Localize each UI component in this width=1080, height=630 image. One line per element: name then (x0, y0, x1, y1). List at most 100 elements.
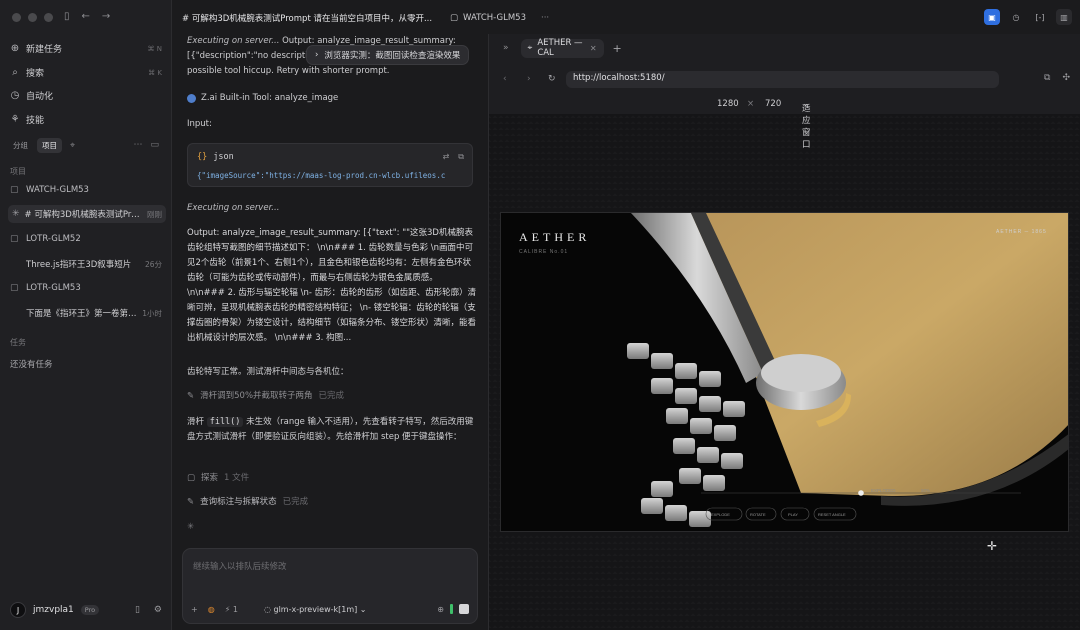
screenshot-icon[interactable]: ⧉ (1044, 73, 1050, 83)
explode-slider-thumb (858, 490, 864, 496)
avatar: J (10, 602, 26, 618)
forward-icon[interactable]: → (102, 11, 110, 22)
project-name: LOTR-GLM52 (26, 234, 81, 244)
inspect-icon[interactable]: ✣ (1062, 73, 1070, 83)
app-status-icon[interactable]: ▣ (984, 9, 1000, 25)
project-chip[interactable]: ▢ WATCH-GLM53 ··· (450, 9, 549, 26)
search-icon: ⌕ (12, 67, 18, 78)
brand-label: AETHER (519, 230, 590, 244)
explore-item[interactable]: ▢ 探索 1 文件 (187, 471, 477, 486)
model-selector[interactable]: ◌ glm-x-preview-k[1m] ⌄ (264, 605, 367, 614)
collapse-icon[interactable]: ▭ (150, 140, 159, 150)
executing-label: Executing on server... (187, 203, 280, 213)
close-window-button[interactable] (12, 13, 21, 22)
close-tab-icon[interactable]: ✕ (590, 44, 597, 53)
book-icon[interactable]: ▯ (135, 605, 140, 615)
projects-section-label: 项目 (10, 167, 26, 176)
explore-files: 1 文件 (224, 473, 250, 483)
sidebar-item-new-task[interactable]: ⊕ 新建任务 ⌘ N (10, 42, 162, 55)
task-time: 刚刚 (147, 209, 162, 219)
history-icon[interactable]: ◷ (1008, 9, 1024, 25)
globe-icon[interactable]: ⊕ (437, 605, 444, 614)
viewport-width[interactable]: 1280 (717, 99, 739, 109)
sidebar-item-automation[interactable]: ◷ 自动化 (10, 89, 162, 102)
project-name: LOTR-GLM53 (26, 283, 81, 293)
code-language: json (213, 152, 234, 162)
top-bar-actions: ▣ ◷ [-] ▥ (984, 9, 1072, 25)
chat-panel: › 浏览器实测：截图回读检查渲染效果 Executing on server..… (172, 34, 489, 630)
chat-paragraph: 滑杆 fill() 未生效（range 输入不适用），先查看转子特写，然后改用键… (187, 415, 477, 445)
tool-icon (187, 94, 196, 103)
slider-value: 50% (921, 488, 930, 493)
task-item[interactable]: 下面是《指环王》第一卷第一章 1小时 (8, 304, 166, 322)
rotor-top-shape (761, 354, 841, 392)
viewport-size-row: 1280 × 720 适应窗口 ⌄ (489, 96, 1080, 150)
tooltip-text: 浏览器实测：截图回读检查渲染效果 (324, 51, 461, 61)
file-icon: ▢ (187, 473, 196, 483)
project-name: WATCH-GLM53 (26, 185, 89, 195)
user-profile[interactable]: J jmzvpla1 Pro ▯ ⚙ (10, 602, 162, 618)
braces-icon: {} (197, 152, 208, 162)
pin-icon[interactable]: ⌖ (70, 141, 75, 151)
minimize-window-button[interactable] (28, 13, 37, 22)
url-input[interactable]: http://localhost:5180/ (566, 71, 999, 88)
segment-project[interactable]: 项目 (37, 138, 62, 153)
browser-tab[interactable]: ⌖ AETHER — CAL ✕ (520, 38, 604, 58)
filter-icon[interactable]: ⋯ (133, 140, 142, 150)
shortcut-hint: ⌘ K (148, 68, 162, 77)
viewport-height[interactable]: 720 (765, 99, 781, 109)
forward-icon[interactable]: › (527, 74, 531, 84)
brand-subtitle: CALIBRE No.01 (519, 249, 568, 255)
queue-count[interactable]: ⚡ 1 (225, 605, 238, 614)
permission-icon[interactable]: ◍ (208, 605, 215, 614)
copy-icon[interactable]: ⧉ (458, 152, 464, 162)
split-view-icon[interactable]: [-] (1032, 9, 1048, 25)
segment-tools: ⋯ ▭ (133, 140, 159, 150)
task-time: 1小时 (142, 308, 162, 318)
project-item[interactable]: ▢ LOTR-GLM53 (10, 283, 164, 293)
settings-icon[interactable]: ⚙ (154, 605, 162, 615)
tool-call-line[interactable]: Z.ai Built-in Tool: analyze_image (187, 91, 477, 106)
sidebar-item-skills[interactable]: ⚘ 技能 (10, 113, 162, 126)
collapse-panel-icon[interactable]: » (503, 43, 509, 53)
sidebar-item-search[interactable]: ⌕ 搜索 ⌘ K (10, 66, 162, 79)
zoom-window-button[interactable] (44, 13, 53, 22)
browser-tab-row: » ⌖ AETHER — CAL ✕ + (489, 34, 1080, 62)
new-tab-button[interactable]: + (613, 42, 622, 55)
code-block: {} json ⇄ ⧉ {"imageSource":"https://maas… (187, 143, 473, 187)
add-icon[interactable]: + (191, 605, 198, 614)
model-name: glm-x-preview-k[1m] (273, 604, 358, 614)
rendered-page-viewport[interactable]: AETHER CALIBRE No.01 AETHER ─ 1865 EXPLO… (500, 212, 1069, 532)
message-composer[interactable]: 继续输入以排队后续修改 + ◍ ⚡ 1 ◌ glm-x-preview-k[1m… (182, 548, 478, 624)
fit-selector[interactable]: 适应窗口 ⌄ (802, 99, 811, 150)
project-item[interactable]: ▢ WATCH-GLM53 (10, 185, 164, 195)
step-item[interactable]: ✎ 查询标注与拆解状态 已完成 (187, 495, 477, 510)
executing-label: Executing on server... (187, 36, 280, 46)
project-item[interactable]: ▢ LOTR-GLM52 (10, 234, 164, 244)
browser-test-tooltip: › 浏览器实测：截图回读检查渲染效果 (306, 45, 470, 65)
step-item[interactable]: ✎ 滑杆调到50%并截取转子两角 已完成 (187, 389, 477, 404)
play-label: PLAY (788, 512, 798, 517)
output-text: possible tool hiccup. Retry with shorter… (187, 66, 390, 76)
composer-placeholder: 继续输入以排队后续修改 (193, 562, 287, 572)
task-item[interactable]: Three.js指环王3D叙事短片 26分 (8, 255, 166, 273)
segment-group[interactable]: 分组 (8, 138, 33, 153)
project-chip-label: WATCH-GLM53 (463, 12, 526, 23)
sidebar-toggle-icon[interactable]: ▯ (64, 11, 70, 22)
task-item-active[interactable]: ✳ # 可解构3D机械腕表测试Prompt 请在当前空白项目中，从零开始... … (8, 205, 166, 223)
more-options-icon[interactable]: ··· (541, 13, 549, 23)
stop-button[interactable] (459, 604, 469, 614)
reload-icon[interactable]: ↻ (548, 74, 556, 84)
back-icon[interactable]: ← (82, 11, 90, 22)
chat-title: # 可解构3D机械腕表测试Prompt 请在当前空白项目中，从零开... (182, 14, 433, 24)
browser-url-row: ‹ › ↻ http://localhost:5180/ ⧉ ✣ (489, 62, 1080, 96)
user-name: jmzvpla1 (33, 605, 74, 615)
nav-right-label: AETHER ─ 1865 (996, 229, 1047, 235)
edit-icon: ✎ (187, 497, 195, 507)
cursor-icon: ⌖ (527, 43, 533, 53)
wrap-icon[interactable]: ⇄ (443, 152, 450, 162)
panel-toggle-icon[interactable]: ▥ (1056, 9, 1072, 25)
sidebar-top-icons: ▯ ← → (64, 11, 110, 22)
folder-icon: ▢ (10, 185, 19, 195)
back-icon[interactable]: ‹ (503, 74, 507, 84)
